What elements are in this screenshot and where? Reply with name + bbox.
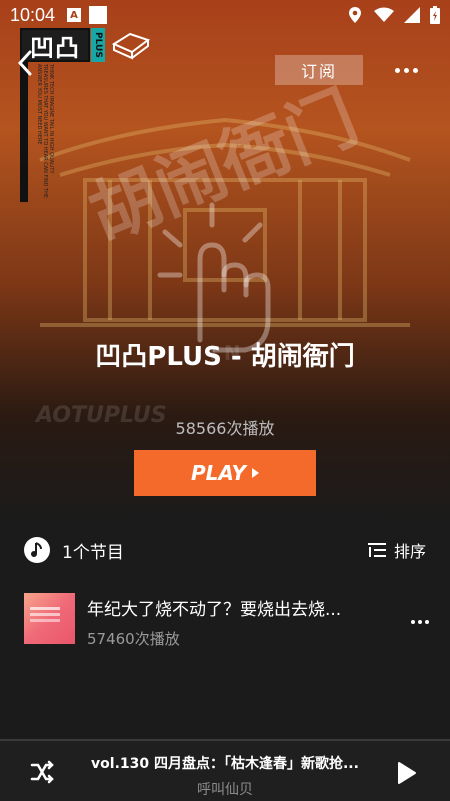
more-dots-icon	[394, 67, 400, 73]
back-button[interactable]	[10, 48, 40, 78]
more-options-button[interactable]	[390, 60, 422, 80]
mini-player: vol.130 四月盘点：「枯木逢春」新歌抢... 呼叫仙贝	[0, 739, 450, 801]
logo-strip	[20, 62, 28, 202]
box-icon	[112, 32, 150, 60]
signal-icon	[404, 7, 420, 23]
play-all-button[interactable]: PLAY	[134, 450, 316, 496]
list-item[interactable]: 年纪大了烧不动了？要烧出去烧... 57460次播放	[0, 585, 450, 655]
episode-play-count: 57460次播放	[87, 630, 180, 648]
episode-list-header: 1个节目 排序	[0, 530, 450, 570]
more-dots-icon	[411, 620, 415, 624]
more-dot	[403, 67, 409, 73]
battery-icon	[430, 6, 440, 24]
more-dot	[425, 620, 429, 624]
sort-button[interactable]: 排序	[367, 538, 426, 562]
logo-side-text: THINK TECH IMAGINE TAIL IN HIGH QUALITY …	[36, 64, 54, 198]
album-title: 凹凸PLUS - 胡闹衙门	[95, 342, 355, 372]
status-notifications: A	[67, 6, 108, 24]
play-triangle-icon	[252, 468, 260, 478]
notification-a-icon: A	[67, 8, 82, 22]
sort-label: 排序	[393, 542, 426, 561]
play-all-label: PLAY	[190, 461, 247, 485]
music-note-icon	[24, 537, 50, 563]
status-icons	[346, 6, 440, 24]
album-cover-art: 胡闹衙门 I N	[39, 76, 411, 365]
now-playing-artist: 呼叫仙贝	[197, 782, 253, 798]
now-playing-title: vol.130 四月盘点：「枯木逢春」新歌抢...	[91, 756, 359, 772]
status-time: 10:04	[10, 4, 56, 25]
cover-art-text: 胡闹衙门	[78, 76, 368, 257]
episode-title: 年纪大了烧不动了？要烧出去烧...	[87, 600, 342, 620]
podcast-logo-plus: PLUS	[91, 28, 105, 62]
now-playing-info[interactable]: vol.130 四月盘点：「枯木逢春」新歌抢... 呼叫仙贝	[80, 753, 370, 799]
subscribe-button[interactable]: 订阅	[275, 55, 363, 85]
sort-icon	[367, 543, 386, 557]
episode-thumbnail	[24, 593, 75, 644]
more-dot	[418, 620, 422, 624]
album-play-count: 58566次播放	[175, 419, 275, 438]
location-icon	[349, 7, 361, 23]
episode-more-button[interactable]	[408, 617, 432, 627]
episode-info: 年纪大了烧不动了？要烧出去烧... 57460次播放	[87, 585, 426, 649]
album-hero: 胡闹衙门 I N	[0, 0, 450, 520]
episode-count: 1个节目	[62, 542, 124, 563]
shuffle-icon[interactable]	[28, 758, 56, 786]
play-icon[interactable]	[392, 759, 420, 787]
notification-square-icon	[89, 6, 108, 24]
more-dot	[412, 67, 418, 73]
chevron-left-icon	[17, 50, 32, 76]
status-bar: 10:04 A	[0, 0, 450, 30]
wifi-icon	[374, 7, 394, 22]
